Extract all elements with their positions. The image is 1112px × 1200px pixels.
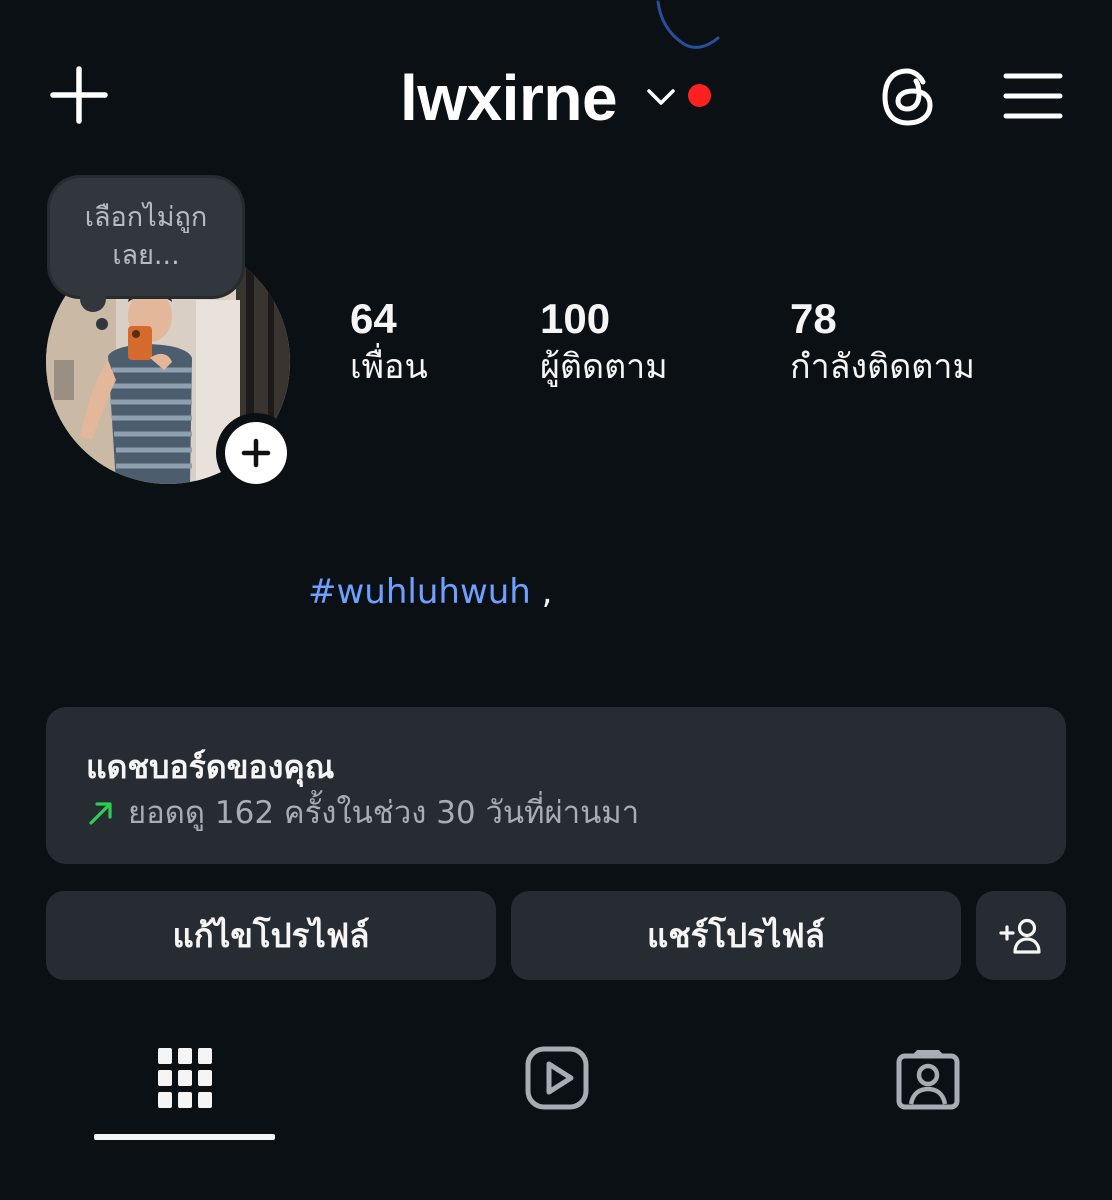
add-story-button[interactable] [216, 413, 296, 493]
plus-icon [241, 438, 271, 468]
add-person-icon [999, 918, 1041, 954]
tab-reels[interactable] [466, 1030, 647, 1126]
threads-button[interactable] [876, 64, 940, 130]
note-bubble-tail [80, 286, 106, 312]
profile-bio: #wuhluhwuh , [308, 570, 552, 614]
tagged-person-icon [896, 1050, 959, 1110]
chevron-down-icon [647, 89, 675, 105]
tab-posts[interactable] [94, 1030, 275, 1126]
pen-scribble-mark [656, 0, 720, 49]
followers-count: 100 [540, 295, 611, 342]
discover-people-button[interactable] [976, 891, 1066, 980]
create-button[interactable] [46, 62, 112, 128]
following-stat[interactable]: 78 กำลังติดตาม [790, 296, 975, 392]
add-story-badge [225, 422, 287, 484]
friends-label: เพื่อน [350, 347, 428, 387]
followers-stat[interactable]: 100 ผู้ติดตาม [540, 296, 668, 392]
following-count: 78 [790, 295, 837, 342]
trend-up-arrow-icon [89, 802, 112, 825]
edit-profile-button[interactable]: แก้ไขโปรไฟล์ [46, 891, 496, 980]
note-text: เลือกไม่ถูก เลย... [84, 202, 208, 271]
grid-icon [157, 1048, 212, 1108]
profile-username[interactable]: lwxirne [400, 60, 618, 136]
followers-label: ผู้ติดตาม [540, 347, 668, 387]
tab-tagged[interactable] [837, 1030, 1018, 1126]
reels-play-icon [525, 1046, 588, 1110]
plus-icon [50, 66, 108, 124]
friends-count: 64 [350, 295, 397, 342]
active-tab-indicator [94, 1134, 275, 1140]
friends-stat[interactable]: 64 เพื่อน [350, 296, 428, 392]
threads-icon [882, 68, 933, 126]
note-bubble-tail-dot [96, 318, 108, 330]
notification-dot [688, 84, 711, 107]
account-switcher-button[interactable] [642, 78, 680, 116]
profile-note-bubble[interactable]: เลือกไม่ถูก เลย... [50, 178, 242, 296]
dashboard-title: แดชบอร์ดของคุณ [86, 748, 335, 786]
dashboard-views-text: ยอดดู 162 ครั้งในช่วง 30 วันที่ผ่านมา [128, 795, 640, 831]
bio-hashtag-link[interactable]: #wuhluhwuh [308, 572, 531, 612]
dashboard-summary: ยอดดู 162 ครั้งในช่วง 30 วันที่ผ่านมา [86, 791, 639, 835]
following-label: กำลังติดตาม [790, 347, 975, 387]
menu-button[interactable] [1000, 68, 1066, 124]
bio-suffix: , [530, 572, 553, 612]
professional-dashboard-card[interactable]: แดชบอร์ดของคุณ ยอดดู 162 ครั้งในช่วง 30 … [46, 707, 1066, 864]
hamburger-menu-icon [1003, 73, 1063, 119]
share-profile-button[interactable]: แชร์โปรไฟล์ [511, 891, 961, 980]
